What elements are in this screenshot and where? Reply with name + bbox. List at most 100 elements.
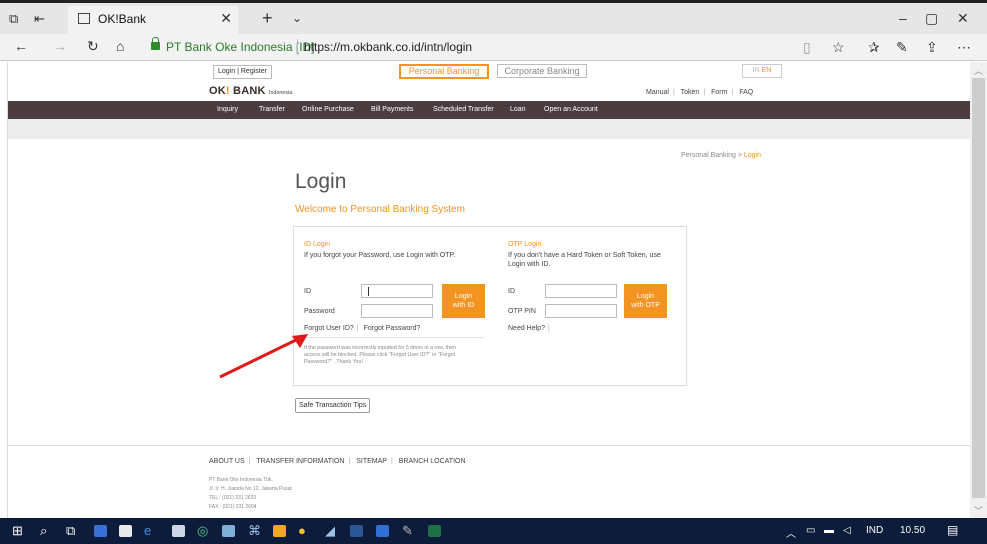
pen-icon[interactable]: ✎ [896,39,908,56]
forward-icon[interactable]: → [53,38,67,54]
restore-icon[interactable]: ▢ [925,10,938,27]
login-with-otp-button[interactable]: Login with OTP [624,284,667,318]
battery-icon[interactable]: ▬ [824,525,834,536]
new-tab-icon[interactable]: + [262,8,273,29]
store-icon[interactable] [119,525,132,537]
tab-okbank[interactable]: OK!Bank ✕ [68,6,238,34]
safe-transaction-tips-button[interactable]: Safe Transaction Tips [295,398,371,413]
url-input[interactable]: https://m.okbank.co.id/intn/login [304,40,472,54]
login-register-links[interactable]: Login | Register [213,65,272,79]
ve-app-icon[interactable] [222,525,235,537]
media-icon[interactable]: ◢ [325,523,335,539]
menu-inquiry[interactable]: Inquiry [217,106,238,113]
menu-open-account[interactable]: Open an Account [544,106,598,113]
app-icon[interactable]: ◎ [197,523,208,539]
refresh-icon[interactable]: ↻ [87,38,99,55]
lang-en[interactable]: EN [762,67,772,74]
login-with-id-button[interactable]: Login with ID [442,284,485,318]
util-faq[interactable]: FAQ [739,89,753,96]
address-company: PT Bank Oke Indonesia Tbk. [209,477,273,483]
footer-about-us[interactable]: ABOUT US [209,458,245,465]
page-subtitle: Welcome to Personal Banking System [295,204,465,215]
set-aside-tabs-icon[interactable]: ⇤ [34,11,45,27]
scroll-down-icon[interactable]: ﹀ [974,504,983,517]
menu-online-purchase[interactable]: Online Purchase [302,106,354,113]
page-viewport: Login | Register Personal Banking Corpor… [8,62,970,518]
address-fax: FAX : (021) 231 2604 [209,504,257,510]
otp-pin-input[interactable] [545,304,617,318]
password-label: Password [304,308,335,315]
word-icon[interactable] [350,525,363,537]
excel-icon[interactable] [428,525,441,537]
chrome-icon[interactable]: ● [298,523,306,538]
otp-pin-label: OTP PIN [508,308,536,315]
minimize-icon[interactable]: – [899,10,907,26]
need-help-link[interactable]: Need Help? | [508,325,553,332]
home-icon[interactable]: ⌂ [116,38,124,54]
reading-view-icon[interactable]: ▯ [803,39,811,56]
breadcrumb: Personal Banking > Login [681,152,762,159]
more-icon[interactable]: ⋯ [957,39,971,56]
search-icon[interactable]: ⌕ [40,523,47,539]
footer-branch-location[interactable]: BRANCH LOCATION [399,458,466,465]
id-label: ID [304,288,311,295]
tool-icon[interactable]: ✎ [402,523,413,539]
share-icon[interactable]: ⇪ [926,39,938,56]
favorites-list-icon[interactable]: ✰ [868,39,880,56]
password-input[interactable] [361,304,433,318]
footer-transfer-info[interactable]: TRANSFER INFORMATION [256,458,344,465]
menu-scheduled-transfer[interactable]: Scheduled Transfer [433,106,494,113]
notification-icon[interactable]: ▤ [947,523,958,537]
forgot-user-id-link[interactable]: Forgot User ID? [304,325,354,332]
network-icon[interactable]: ▭ [806,525,815,536]
edge-icon[interactable]: e [144,523,151,538]
file-explorer-icon[interactable] [94,525,107,537]
volume-icon[interactable]: ◁ [843,525,851,536]
lock-icon[interactable] [151,37,160,50]
divider [304,337,484,338]
clock[interactable]: 10.50 [900,525,925,536]
forgot-password-link[interactable]: Forgot Password? [364,325,421,332]
site-identity[interactable]: PT Bank Oke Indonesia [ID] [166,40,315,54]
back-icon[interactable]: ← [14,38,28,54]
scrollbar-thumb[interactable] [972,78,985,498]
tab-corporate-banking[interactable]: Corporate Banking [497,64,587,78]
menu-bill-payments[interactable]: Bill Payments [371,106,413,113]
task-view-icon[interactable]: ⧉ [66,523,75,539]
okbank-logo[interactable]: OK! BANK Indonesia [209,85,292,97]
vertical-scrollbar[interactable]: ︿ ﹀ [970,62,987,518]
login-link[interactable]: Login [218,68,235,75]
language-switch[interactable]: IN EN [742,64,782,78]
windows-start-icon[interactable]: ⊞ [12,523,23,539]
annotation-arrow-icon [219,334,308,379]
id-login-title: ID Login [304,241,331,248]
breadcrumb-current: Login [743,152,762,159]
scroll-up-icon[interactable]: ︿ [974,64,983,77]
otp-id-input[interactable] [545,284,617,298]
language-indicator[interactable]: IND [866,525,883,536]
folder-icon[interactable] [273,525,286,537]
chevron-down-icon[interactable]: ⌄ [292,11,302,25]
tray-chevron-icon[interactable]: ︿ [786,525,796,540]
window-close-icon[interactable]: ✕ [957,10,969,27]
forgot-links: Forgot User ID? | Forgot Password? [304,325,421,332]
mail-icon[interactable] [172,525,185,537]
active-edge-icon[interactable] [376,525,389,537]
register-link[interactable]: Register [241,68,267,75]
footer-sitemap[interactable]: SITEMAP [356,458,387,465]
util-token[interactable]: Token [681,89,700,96]
menu-transfer[interactable]: Transfer [259,106,285,113]
util-form[interactable]: Form [711,89,727,96]
tab-close-icon[interactable]: ✕ [220,10,232,27]
tab-personal-banking[interactable]: Personal Banking [399,64,489,79]
tab-preview-icon[interactable]: ⧉ [9,11,18,27]
divider [297,39,298,55]
favorite-star-icon[interactable]: ☆ [832,39,845,56]
id-input[interactable] [361,284,433,298]
lang-in[interactable]: IN [753,67,760,74]
menu-loan[interactable]: Loan [510,106,526,113]
network-app-icon[interactable]: ⌘ [248,523,261,539]
footer-links: ABOUT US | TRANSFER INFORMATION | SITEMAP |… [209,458,466,465]
breadcrumb-parent[interactable]: Personal Banking [681,152,736,159]
util-manual[interactable]: Manual [646,89,669,96]
